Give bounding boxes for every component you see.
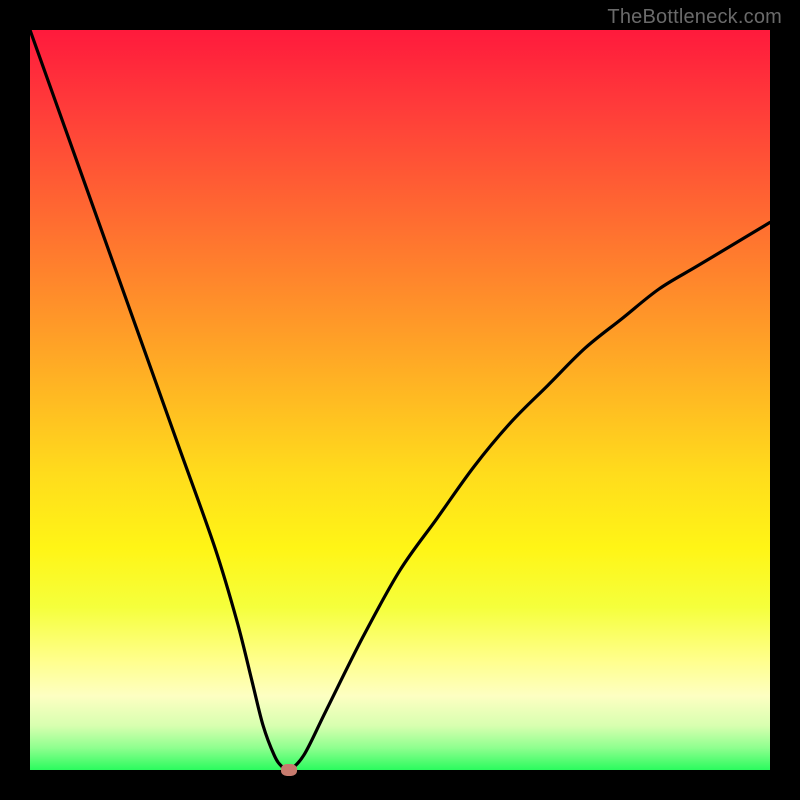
plot-area [30, 30, 770, 770]
chart-frame: TheBottleneck.com [0, 0, 800, 800]
watermark-text: TheBottleneck.com [607, 6, 782, 29]
bottleneck-curve [30, 30, 770, 770]
optimal-point-marker [281, 764, 297, 776]
